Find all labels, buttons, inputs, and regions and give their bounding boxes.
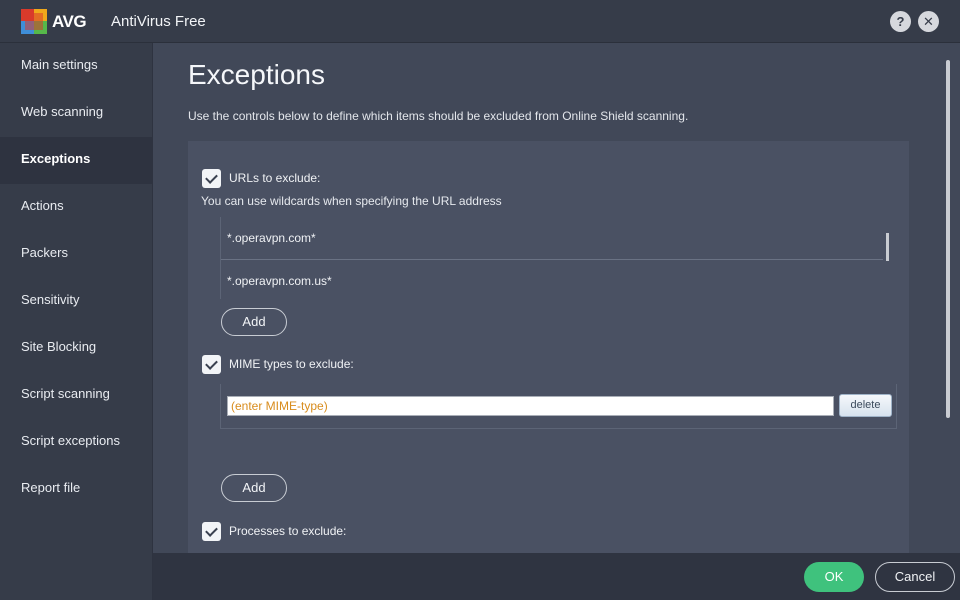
sidebar-item-packers[interactable]: Packers bbox=[0, 231, 152, 278]
urls-exclude-row[interactable]: URLs to exclude: bbox=[202, 168, 320, 188]
title-bar: AVG AntiVirus Free ? ✕ bbox=[0, 0, 960, 43]
sidebar-item-exceptions[interactable]: Exceptions bbox=[0, 137, 152, 184]
mime-exclude-checkbox[interactable] bbox=[202, 354, 221, 374]
processes-exclude-label: Processes to exclude: bbox=[229, 524, 347, 538]
close-button[interactable]: ✕ bbox=[918, 11, 939, 32]
sidebar-item-script-scanning[interactable]: Script scanning bbox=[0, 372, 152, 419]
page-description: Use the controls below to define which i… bbox=[188, 109, 689, 123]
processes-exclude-checkbox[interactable] bbox=[202, 521, 221, 541]
list-item[interactable]: *.operavpn.com* bbox=[221, 217, 883, 260]
url-exclusion-list: *.operavpn.com* *.operavpn.com.us* bbox=[220, 217, 883, 299]
processes-exclude-row[interactable]: Processes to exclude: bbox=[202, 521, 346, 541]
page-title: Exceptions bbox=[188, 59, 325, 90]
sidebar: Main settings Web scanning Exceptions Ac… bbox=[0, 43, 153, 600]
add-url-button[interactable]: Add bbox=[221, 308, 287, 336]
sidebar-item-web-scanning[interactable]: Web scanning bbox=[0, 90, 152, 137]
sidebar-item-script-exceptions[interactable]: Script exceptions bbox=[0, 419, 152, 466]
logo-text: AVG bbox=[52, 12, 87, 31]
urls-exclude-checkbox[interactable] bbox=[202, 168, 221, 188]
sidebar-item-main-settings[interactable]: Main settings bbox=[0, 43, 152, 90]
main-content: Exceptions Use the controls below to def… bbox=[153, 43, 960, 553]
list-item[interactable]: *.operavpn.com.us* bbox=[221, 260, 883, 303]
sidebar-item-sensitivity[interactable]: Sensitivity bbox=[0, 278, 152, 325]
mime-exclude-label: MIME types to exclude: bbox=[229, 357, 354, 371]
mime-exclude-row[interactable]: MIME types to exclude: bbox=[202, 354, 354, 374]
mime-type-input[interactable]: (enter MIME-type) bbox=[227, 396, 834, 416]
exceptions-panel: URLs to exclude: You can use wildcards w… bbox=[188, 141, 909, 553]
footer-bar: OK Cancel bbox=[153, 553, 960, 600]
avg-logo-icon bbox=[21, 9, 47, 34]
add-mime-button[interactable]: Add bbox=[221, 474, 287, 502]
urls-wildcard-hint: You can use wildcards when specifying th… bbox=[201, 194, 502, 208]
app-title: AntiVirus Free bbox=[111, 13, 206, 30]
delete-mime-button[interactable]: delete bbox=[839, 394, 892, 417]
cancel-button[interactable]: Cancel bbox=[875, 562, 955, 592]
ok-button[interactable]: OK bbox=[804, 562, 864, 592]
sidebar-item-actions[interactable]: Actions bbox=[0, 184, 152, 231]
main-scrollbar[interactable] bbox=[946, 60, 950, 418]
urls-exclude-label: URLs to exclude: bbox=[229, 171, 321, 185]
sidebar-item-report-file[interactable]: Report file bbox=[0, 466, 152, 513]
sidebar-item-site-blocking[interactable]: Site Blocking bbox=[0, 325, 152, 372]
help-button[interactable]: ? bbox=[890, 11, 911, 32]
url-list-scrollbar[interactable] bbox=[886, 233, 889, 261]
